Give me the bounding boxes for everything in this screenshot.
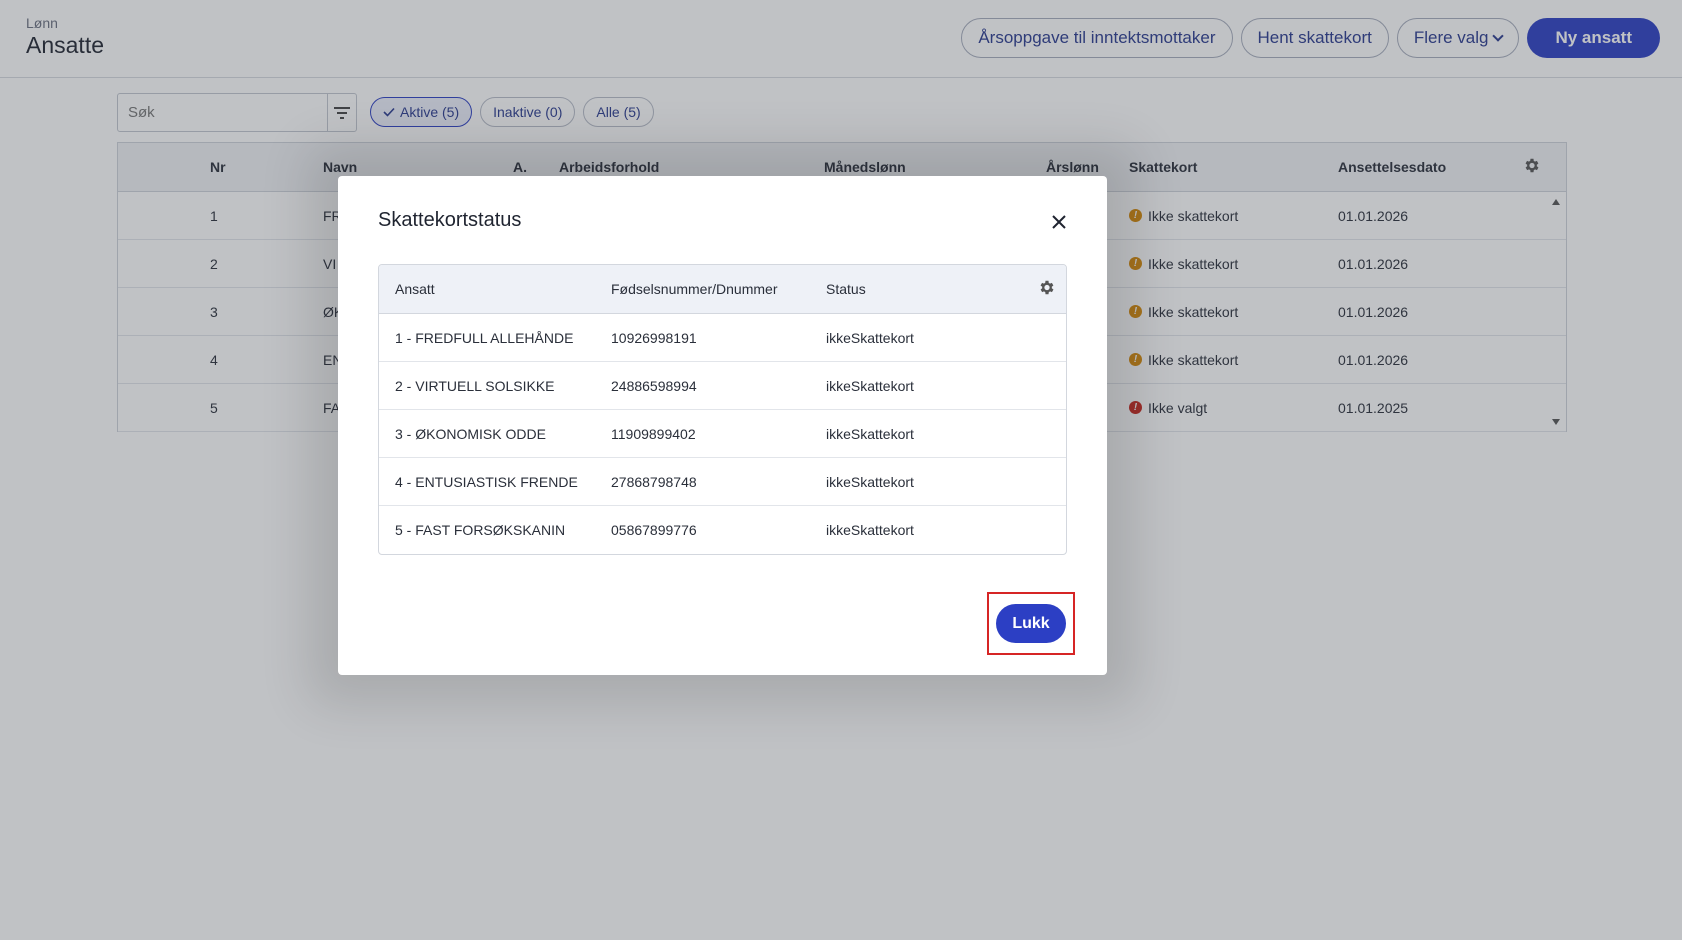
- cell-ansatt: 5 - FAST FORSØKSKANIN: [395, 522, 566, 538]
- table-row[interactable]: 2 - VIRTUELL SOLSIKKE 24886598994 ikkeSk…: [379, 362, 1066, 410]
- skattekort-table: Ansatt Fødselsnummer/Dnummer Status 1 - …: [378, 264, 1067, 555]
- cell-fodselsnummer: 27868798748: [611, 473, 697, 490]
- cell-ansatt: 1 - FREDFULL ALLEHÅNDE: [395, 329, 574, 346]
- dialog-title: Skattekortstatus: [378, 209, 522, 231]
- cell-status: ikkeSkattekort: [826, 425, 914, 442]
- cell-status: ikkeSkattekort: [826, 473, 914, 490]
- column-header-status[interactable]: Status: [826, 281, 866, 297]
- table-row[interactable]: 4 - ENTUSIASTISK FRENDE 27868798748 ikke…: [379, 458, 1066, 506]
- column-header-fodselsnummer[interactable]: Fødselsnummer/Dnummer: [611, 281, 777, 297]
- cell-status: ikkeSkattekort: [826, 377, 914, 394]
- close-icon: [1052, 215, 1066, 229]
- table-row[interactable]: 1 - FREDFULL ALLEHÅNDE 10926998191 ikkeS…: [379, 314, 1066, 362]
- cell-fodselsnummer: 11909899402: [611, 425, 696, 442]
- table-row[interactable]: 3 - ØKONOMISK ODDE 11909899402 ikkeSkatt…: [379, 410, 1066, 458]
- cell-fodselsnummer: 24886598994: [611, 377, 697, 394]
- cell-ansatt: 4 - ENTUSIASTISK FRENDE: [395, 473, 578, 490]
- cell-status: ikkeSkattekort: [826, 522, 914, 538]
- lukk-focus-outline: Lukk: [987, 592, 1075, 655]
- lukk-button[interactable]: Lukk: [996, 604, 1066, 643]
- cell-ansatt: 2 - VIRTUELL SOLSIKKE: [395, 377, 555, 394]
- cell-fodselsnummer: 10926998191: [611, 329, 697, 346]
- skattekortstatus-dialog: Skattekortstatus Ansatt Fødselsnummer/Dn…: [338, 176, 1107, 675]
- gear-icon[interactable]: [1038, 279, 1056, 300]
- cell-status: ikkeSkattekort: [826, 329, 914, 346]
- column-header-ansatt[interactable]: Ansatt: [395, 281, 435, 297]
- cell-ansatt: 3 - ØKONOMISK ODDE: [395, 425, 546, 442]
- close-button[interactable]: [1047, 210, 1071, 234]
- table-header: Ansatt Fødselsnummer/Dnummer Status: [379, 265, 1066, 314]
- cell-fodselsnummer: 05867899776: [611, 522, 697, 538]
- table-row[interactable]: 5 - FAST FORSØKSKANIN 05867899776 ikkeSk…: [379, 506, 1066, 554]
